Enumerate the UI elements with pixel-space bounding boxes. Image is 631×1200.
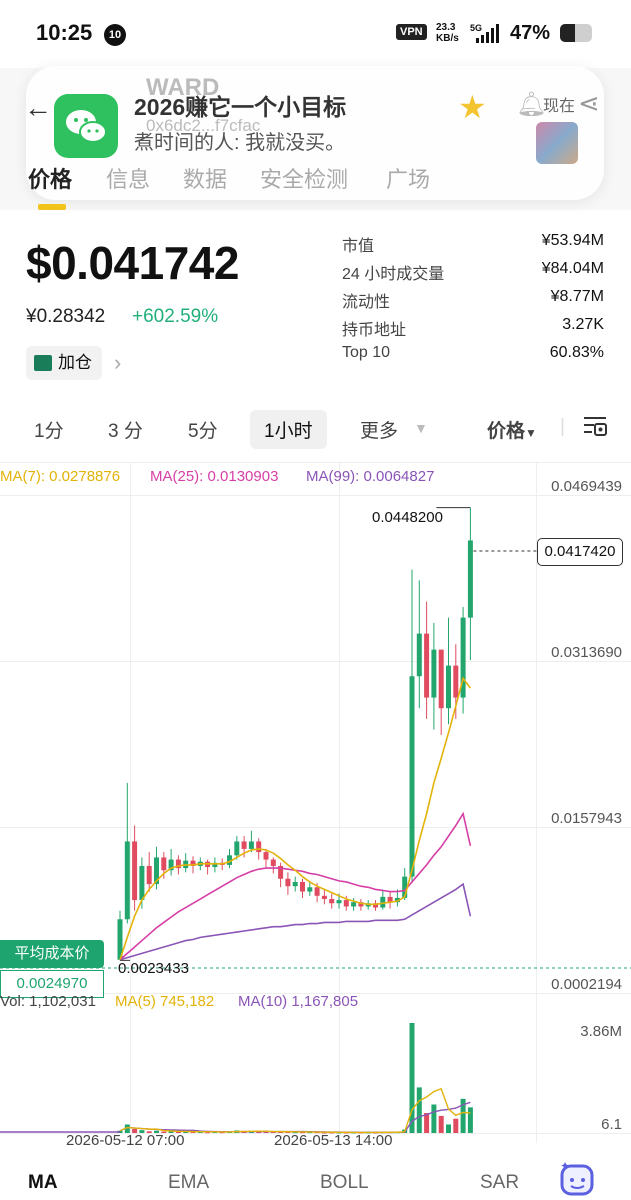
candle-body: [146, 865, 152, 885]
current-price-label: 0.0417420: [537, 538, 623, 566]
avg-cost-button[interactable]: 平均成本价: [0, 940, 104, 968]
candle-body: [351, 902, 357, 907]
volume-bar: [467, 1107, 473, 1133]
candle-body: [263, 852, 269, 860]
candle-body: [343, 900, 349, 907]
vol-ma5-legend: MA(5) 745,182: [115, 993, 215, 1010]
candle-body: [292, 881, 298, 887]
candle-body: [438, 649, 444, 709]
ma99-line: [119, 882, 472, 961]
volume-bar: [453, 1118, 459, 1133]
ma7-line: [119, 676, 472, 961]
vol-ma10-legend: MA(10) 1,167,805: [238, 993, 359, 1010]
volume-bar: [431, 1104, 437, 1133]
candle-body: [467, 540, 473, 618]
tab-ema[interactable]: EMA: [168, 1172, 209, 1194]
volume-bar: [438, 1115, 444, 1133]
candle-body: [380, 896, 386, 908]
volume-bar: [446, 1124, 451, 1133]
x-axis-label: 2026-05-13 14:00: [274, 1132, 393, 1149]
tab-ma[interactable]: MA: [28, 1172, 58, 1194]
candle-body: [431, 649, 437, 698]
max-price-label: 0.0448200: [372, 509, 443, 526]
volume-min-label: 6.1: [601, 1116, 622, 1133]
svg-text:✦: ✦: [560, 1160, 570, 1173]
candle-body: [416, 633, 422, 677]
candle-body: [446, 665, 451, 709]
min-price-label: 0.0023433: [118, 960, 189, 977]
candle-body: [307, 887, 313, 892]
candle-body: [241, 841, 247, 849]
candle-body: [139, 865, 145, 901]
candle-body: [256, 841, 262, 853]
candle-body: [234, 841, 240, 856]
candle-body: [336, 900, 342, 904]
candle-body: [424, 633, 430, 698]
tab-sar[interactable]: SAR: [480, 1172, 519, 1194]
volume-bar: [416, 1087, 422, 1133]
tab-boll[interactable]: BOLL: [320, 1172, 369, 1194]
price-chart[interactable]: [0, 0, 631, 1200]
indicator-tabs: MA EMA BOLL SAR: [0, 1160, 631, 1200]
candle-body: [300, 881, 305, 892]
candle-body: [285, 878, 291, 887]
volume-bar: [424, 1113, 430, 1133]
candle-body: [270, 859, 276, 866]
ai-assistant-icon[interactable]: ✦: [558, 1160, 598, 1198]
volume-max-label: 3.86M: [580, 1023, 622, 1040]
candle-body: [329, 899, 335, 904]
volume-legend: Vol: 1,102,031: [0, 993, 96, 1010]
candle-body: [453, 665, 459, 698]
candle-body: [248, 841, 254, 849]
candle-body: [132, 841, 138, 901]
candle-body: [161, 857, 167, 871]
candle-body: [409, 676, 415, 877]
candle-body: [321, 895, 327, 900]
candle-body: [314, 887, 320, 896]
candle-body: [124, 841, 130, 920]
x-axis-label: 2026-05-12 07:00: [66, 1132, 185, 1149]
